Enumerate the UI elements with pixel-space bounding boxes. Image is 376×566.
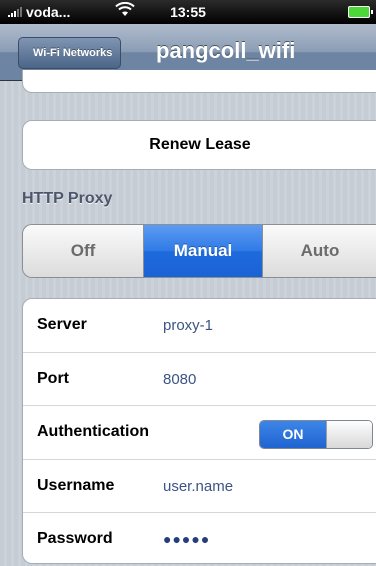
username-row[interactable]: Username user.name (23, 460, 376, 514)
status-time: 13:55 (170, 4, 206, 20)
password-row[interactable]: Password ●●●●● (23, 513, 376, 566)
proxy-settings-table: Server proxy-1 Port 8080 Authentication … (22, 298, 376, 564)
server-row[interactable]: Server proxy-1 (23, 299, 376, 353)
previous-group-bottom (22, 70, 376, 93)
authentication-label: Authentication (37, 423, 149, 441)
username-label: Username (37, 476, 115, 494)
server-label: Server (37, 316, 87, 333)
port-label: Port (37, 369, 69, 387)
battery-icon (348, 6, 373, 18)
renew-lease-button[interactable]: Renew Lease (22, 120, 376, 170)
proxy-option-auto[interactable]: Auto (263, 225, 376, 277)
server-field[interactable]: proxy-1 (163, 317, 213, 334)
password-field[interactable]: ●●●●● (163, 531, 210, 547)
authentication-row: Authentication ON (23, 406, 376, 460)
page-title: pangcoll_wifi (156, 38, 296, 63)
toggle-on-label: ON (260, 421, 326, 449)
authentication-toggle[interactable]: ON (259, 420, 373, 450)
back-button[interactable]: Wi-Fi Networks (18, 37, 122, 69)
status-bar: voda... 13:55 (0, 0, 376, 24)
port-row[interactable]: Port 8080 (23, 353, 376, 407)
proxy-option-off[interactable]: Off (23, 225, 144, 277)
toggle-knob[interactable] (326, 421, 372, 449)
proxy-segmented-control: Off Manual Auto (22, 224, 376, 278)
username-field[interactable]: user.name (163, 478, 233, 495)
proxy-option-manual[interactable]: Manual (144, 225, 263, 277)
http-proxy-header: HTTP Proxy (22, 190, 113, 207)
port-field[interactable]: 8080 (163, 371, 196, 388)
password-label: Password (37, 530, 113, 548)
